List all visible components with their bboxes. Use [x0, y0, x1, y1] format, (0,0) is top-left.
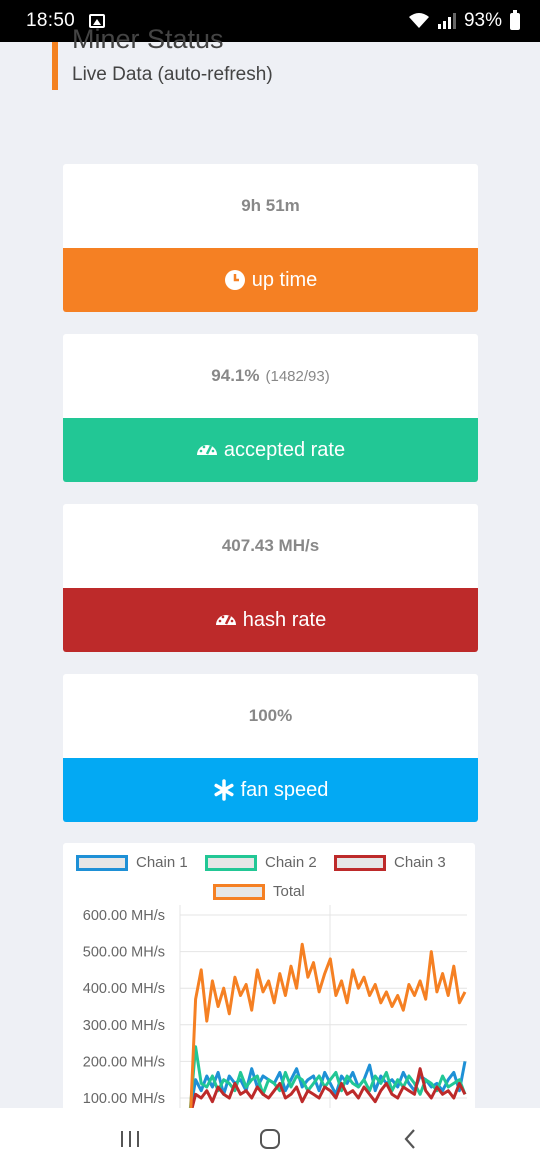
uptime-label-bar: up time [63, 248, 478, 312]
status-time: 18:50 [26, 10, 76, 31]
y-tick-label: 300.00 MH/s [83, 1018, 165, 1034]
uptime-label: up time [251, 268, 318, 291]
legend-chain-1[interactable]: Chain 1 [76, 854, 188, 871]
accepted-rate-label-bar: accepted rate [63, 418, 478, 482]
series-line-total [188, 942, 467, 1128]
clock-icon [224, 270, 245, 290]
recent-apps-button[interactable] [110, 1119, 150, 1159]
page-title: Miner Status [72, 24, 224, 54]
legend-swatch [213, 883, 265, 900]
uptime-card: 9h 51m up time [63, 164, 478, 312]
recent-apps-icon [121, 1131, 139, 1147]
gauge-icon [196, 445, 217, 455]
uptime-value: 9h 51m [63, 164, 478, 248]
home-button[interactable] [250, 1119, 290, 1159]
y-tick-label: 400.00 MH/s [83, 981, 165, 997]
legend-label: Total [273, 883, 305, 900]
legend-total[interactable]: Total [213, 883, 305, 900]
home-icon [260, 1129, 280, 1149]
fan-speed-label: fan speed [240, 778, 329, 801]
wifi-icon [408, 13, 429, 28]
accepted-rate-value-text: 94.1% [211, 366, 260, 385]
gauge-icon [215, 615, 236, 625]
battery-icon [510, 9, 520, 30]
accepted-rate-card: 94.1% (1482/93) accepted rate [63, 334, 478, 482]
y-tick-label: 600.00 MH/s [83, 908, 165, 924]
legend-label: Chain 1 [136, 854, 188, 871]
hash-rate-value-text: 407.43 MH/s [221, 536, 320, 555]
legend-swatch [205, 854, 257, 871]
legend-chain-3[interactable]: Chain 3 [334, 854, 446, 871]
fan-speed-card: 100% fan speed [63, 674, 478, 822]
hash-rate-label: hash rate [242, 608, 327, 631]
y-tick-label: 100.00 MH/s [83, 1091, 165, 1107]
hash-rate-value: 407.43 MH/s [63, 504, 478, 588]
legend-label: Chain 3 [394, 854, 446, 871]
hashrate-chart-card: Chain 1 Chain 2 Chain 3 Total 600.00 MH/… [63, 843, 475, 1170]
hash-rate-card: 407.43 MH/s hash rate [63, 504, 478, 652]
legend-swatch [334, 854, 386, 871]
accepted-rate-label: accepted rate [223, 438, 346, 461]
legend-swatch [76, 854, 128, 871]
fan-speed-value: 100% [63, 674, 478, 758]
back-icon [404, 1129, 415, 1149]
uptime-value-text: 9h 51m [241, 196, 300, 215]
battery-percent: 93% [463, 10, 502, 31]
legend-label: Chain 2 [265, 854, 317, 871]
y-tick-label: 500.00 MH/s [83, 945, 165, 961]
system-nav-bar [0, 1108, 540, 1170]
legend-chain-2[interactable]: Chain 2 [205, 854, 317, 871]
asterisk-icon [214, 779, 234, 801]
page-subtitle: Live Data (auto-refresh) [72, 64, 273, 85]
status-right: 93% [408, 9, 520, 32]
accepted-rate-detail: (1482/93) [265, 367, 330, 385]
hash-rate-label-bar: hash rate [63, 588, 478, 652]
fan-speed-value-text: 100% [248, 706, 293, 725]
y-tick-label: 200.00 MH/s [83, 1054, 165, 1070]
page-header: Miner Status Live Data (auto-refresh) [52, 24, 540, 90]
signal-icon [437, 13, 456, 29]
fan-speed-label-bar: fan speed [63, 758, 478, 822]
accepted-rate-value: 94.1% (1482/93) [63, 334, 478, 418]
back-button[interactable] [390, 1119, 430, 1159]
